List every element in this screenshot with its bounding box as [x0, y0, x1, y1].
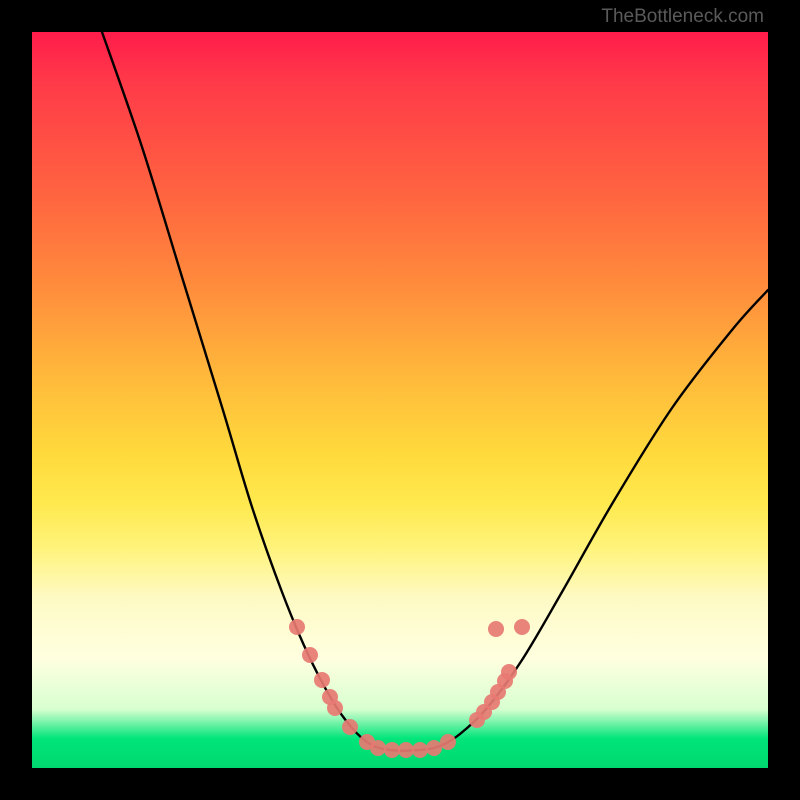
curve-marker	[488, 621, 504, 637]
curve-marker	[398, 742, 414, 758]
curve-marker	[440, 734, 456, 750]
curve-marker	[426, 740, 442, 756]
curve-marker	[501, 664, 517, 680]
curve-marker	[384, 742, 400, 758]
watermark-text: TheBottleneck.com	[601, 6, 764, 28]
curve-marker	[314, 672, 330, 688]
chart-svg	[32, 32, 768, 768]
curve-marker	[289, 619, 305, 635]
chart-frame: TheBottleneck.com	[0, 0, 800, 800]
curve-marker	[342, 719, 358, 735]
curve-marker	[514, 619, 530, 635]
curve-marker	[327, 700, 343, 716]
bottleneck-curve	[102, 32, 768, 751]
curve-marker	[302, 647, 318, 663]
curve-marker	[370, 740, 386, 756]
curve-marker	[412, 742, 428, 758]
chart-plot-area	[32, 32, 768, 768]
